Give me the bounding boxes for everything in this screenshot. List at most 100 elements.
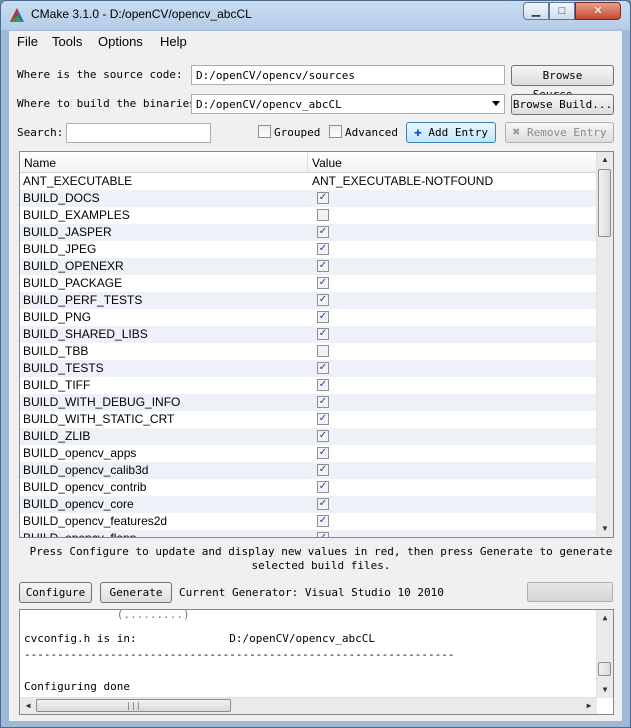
cmake-app-icon bbox=[10, 8, 24, 22]
entry-value[interactable]: ANT_EXECUTABLE-NOTFOUND bbox=[312, 174, 493, 188]
entry-name: BUILD_OPENEXR bbox=[23, 259, 124, 273]
scroll-right-icon[interactable]: ▶ bbox=[581, 698, 597, 714]
entry-checkbox[interactable]: ✓ bbox=[317, 430, 329, 442]
title-bar[interactable]: CMake 3.1.0 - D:/openCV/opencv_abcCL ▁ □… bbox=[1, 1, 630, 29]
table-row[interactable]: BUILD_OPENEXR ✓ bbox=[20, 258, 598, 275]
generate-button[interactable]: Generate bbox=[100, 582, 172, 603]
menu-file[interactable]: File bbox=[17, 34, 38, 49]
scroll-down-icon[interactable]: ▼ bbox=[597, 682, 613, 698]
table-row[interactable]: BUILD_opencv_features2d ✓ bbox=[20, 513, 598, 530]
table-vertical-scrollbar[interactable]: ▲ ▼ bbox=[596, 152, 613, 537]
table-row[interactable]: BUILD_WITH_STATIC_CRT ✓ bbox=[20, 411, 598, 428]
maximize-button[interactable]: □ bbox=[549, 2, 575, 20]
header-name[interactable]: Name bbox=[24, 156, 56, 170]
scroll-thumb[interactable] bbox=[598, 169, 611, 237]
scroll-up-icon[interactable]: ▲ bbox=[597, 152, 613, 168]
entry-checkbox[interactable]: ✓ bbox=[317, 226, 329, 238]
entry-name: BUILD_PERF_TESTS bbox=[23, 293, 143, 307]
table-row[interactable]: ANT_EXECUTABLE ANT_EXECUTABLE-NOTFOUND bbox=[20, 173, 598, 190]
cmake-window: CMake 3.1.0 - D:/openCV/opencv_abcCL ▁ □… bbox=[0, 0, 631, 728]
plus-icon: ✚ bbox=[413, 125, 422, 140]
table-row[interactable]: BUILD_JPEG ✓ bbox=[20, 241, 598, 258]
source-label: Where is the source code: bbox=[17, 68, 183, 81]
browse-build-button[interactable]: Browse Build... bbox=[511, 94, 614, 115]
entry-checkbox[interactable]: ✓ bbox=[317, 481, 329, 493]
table-row[interactable]: BUILD_TBB bbox=[20, 343, 598, 360]
entry-checkbox[interactable]: ✓ bbox=[317, 294, 329, 306]
entry-checkbox[interactable]: ✓ bbox=[317, 498, 329, 510]
scroll-up-icon[interactable]: ▲ bbox=[597, 610, 613, 626]
table-row[interactable]: BUILD_TIFF ✓ bbox=[20, 377, 598, 394]
table-row[interactable]: BUILD_EXAMPLES bbox=[20, 207, 598, 224]
entry-name: BUILD_opencv_apps bbox=[23, 446, 137, 460]
entry-checkbox[interactable]: ✓ bbox=[317, 311, 329, 323]
source-path-input[interactable]: D:/openCV/opencv/sources bbox=[191, 65, 505, 85]
menu-options[interactable]: Options bbox=[98, 34, 143, 49]
table-row[interactable]: BUILD_opencv_contrib ✓ bbox=[20, 479, 598, 496]
menu-help[interactable]: Help bbox=[160, 34, 187, 49]
entry-checkbox[interactable]: ✓ bbox=[317, 260, 329, 272]
entry-checkbox[interactable] bbox=[317, 209, 329, 221]
remove-entry-button[interactable]: ✖ Remove Entry bbox=[505, 122, 614, 143]
entry-checkbox[interactable]: ✓ bbox=[317, 447, 329, 459]
progress-bar bbox=[527, 582, 613, 602]
entry-name: BUILD_TIFF bbox=[23, 378, 91, 392]
menu-tools[interactable]: Tools bbox=[52, 34, 82, 49]
search-input[interactable] bbox=[66, 123, 211, 143]
table-row[interactable]: BUILD_WITH_DEBUG_INFO ✓ bbox=[20, 394, 598, 411]
entry-name: ANT_EXECUTABLE bbox=[23, 174, 133, 188]
table-header: Name Value bbox=[20, 152, 598, 173]
entry-checkbox[interactable]: ✓ bbox=[317, 379, 329, 391]
scroll-down-icon[interactable]: ▼ bbox=[597, 521, 613, 537]
log-hscroll-thumb[interactable]: ||| bbox=[36, 699, 231, 712]
log-horizontal-scrollbar[interactable]: ◀ ||| ▶ bbox=[20, 697, 597, 714]
entry-checkbox[interactable]: ✓ bbox=[317, 532, 329, 537]
entry-checkbox[interactable]: ✓ bbox=[317, 362, 329, 374]
build-path-combo[interactable]: D:/openCV/opencv_abcCL bbox=[191, 94, 505, 114]
entry-checkbox[interactable]: ✓ bbox=[317, 192, 329, 204]
table-row[interactable]: BUILD_PNG ✓ bbox=[20, 309, 598, 326]
browse-source-button[interactable]: Browse Source... bbox=[511, 65, 614, 101]
log-line: Configuring done bbox=[24, 680, 130, 693]
close-button[interactable]: ✕ bbox=[575, 2, 621, 20]
output-log[interactable]: (.........) cvconfig.h is in: D:/openCV/… bbox=[19, 609, 614, 715]
table-rows: ANT_EXECUTABLE ANT_EXECUTABLE-NOTFOUND BUI… bbox=[20, 173, 598, 537]
table-row[interactable]: BUILD_PACKAGE ✓ bbox=[20, 275, 598, 292]
entry-checkbox[interactable]: ✓ bbox=[317, 328, 329, 340]
dropdown-arrow-icon[interactable] bbox=[492, 101, 500, 106]
entry-checkbox[interactable] bbox=[317, 345, 329, 357]
table-row[interactable]: BUILD_TESTS ✓ bbox=[20, 360, 598, 377]
log-vertical-scrollbar[interactable]: ▲ ▼ bbox=[596, 610, 613, 698]
table-row[interactable]: BUILD_PERF_TESTS ✓ bbox=[20, 292, 598, 309]
entry-checkbox[interactable]: ✓ bbox=[317, 277, 329, 289]
table-row[interactable]: BUILD_opencv_calib3d ✓ bbox=[20, 462, 598, 479]
grouped-checkbox[interactable] bbox=[258, 125, 271, 138]
table-row[interactable]: BUILD_opencv_flann ✓ bbox=[20, 530, 598, 537]
configure-button[interactable]: Configure bbox=[19, 582, 92, 603]
minimize-button[interactable]: ▁ bbox=[523, 2, 549, 20]
current-generator: Current Generator: Visual Studio 10 2010 bbox=[179, 586, 444, 599]
log-scroll-thumb[interactable] bbox=[598, 662, 611, 676]
entry-name: BUILD_TBB bbox=[23, 344, 89, 358]
table-row[interactable]: BUILD_opencv_core ✓ bbox=[20, 496, 598, 513]
table-row[interactable]: BUILD_JASPER ✓ bbox=[20, 224, 598, 241]
header-value[interactable]: Value bbox=[312, 156, 342, 170]
table-row[interactable]: BUILD_opencv_apps ✓ bbox=[20, 445, 598, 462]
table-row[interactable]: BUILD_DOCS ✓ bbox=[20, 190, 598, 207]
advanced-checkbox[interactable] bbox=[329, 125, 342, 138]
entry-checkbox[interactable]: ✓ bbox=[317, 413, 329, 425]
header-divider[interactable] bbox=[307, 152, 308, 172]
entry-checkbox[interactable]: ✓ bbox=[317, 243, 329, 255]
table-row[interactable]: BUILD_ZLIB ✓ bbox=[20, 428, 598, 445]
advanced-label: Advanced bbox=[345, 126, 398, 139]
add-entry-label: Add Entry bbox=[428, 126, 489, 139]
entry-checkbox[interactable]: ✓ bbox=[317, 515, 329, 527]
entry-name: BUILD_DOCS bbox=[23, 191, 100, 205]
add-entry-button[interactable]: ✚ Add Entry bbox=[406, 122, 496, 143]
entry-checkbox[interactable]: ✓ bbox=[317, 464, 329, 476]
entry-checkbox[interactable]: ✓ bbox=[317, 396, 329, 408]
table-row[interactable]: BUILD_SHARED_LIBS ✓ bbox=[20, 326, 598, 343]
entry-name: BUILD_PACKAGE bbox=[23, 276, 123, 290]
scroll-left-icon[interactable]: ◀ bbox=[20, 698, 36, 714]
cache-table[interactable]: Name Value ANT_EXECUTABLE ANT_EXECUTABLE-… bbox=[19, 151, 614, 538]
